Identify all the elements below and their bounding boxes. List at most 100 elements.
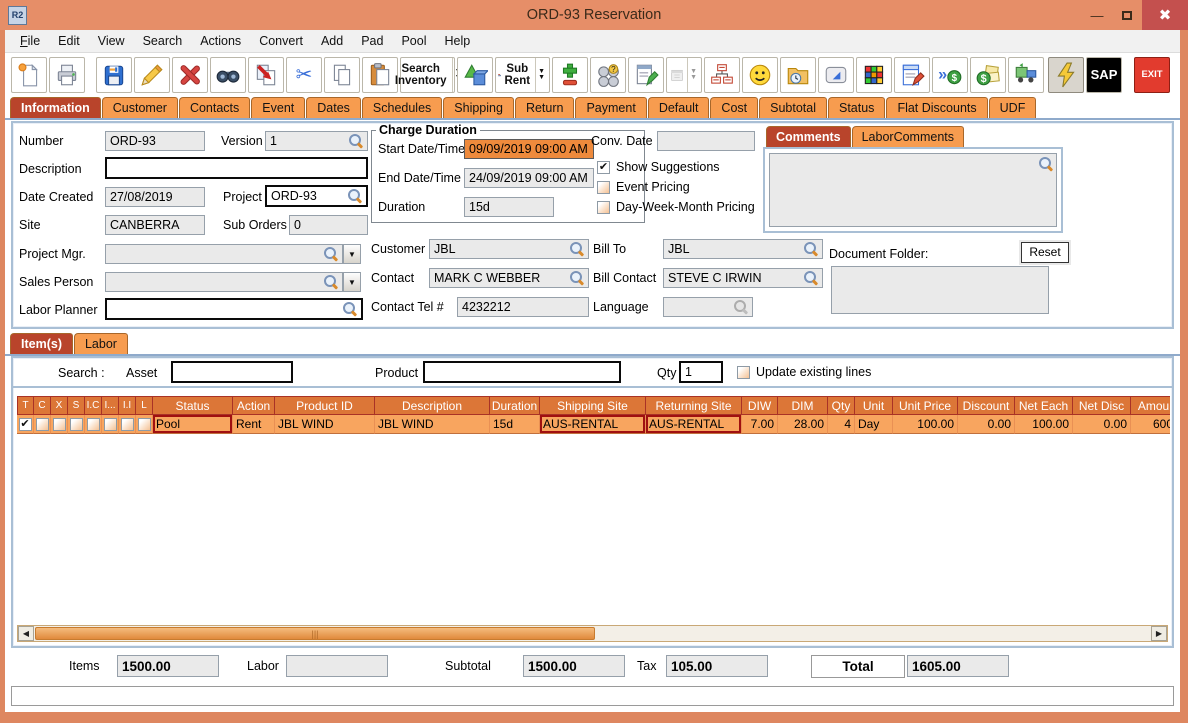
column-header[interactable]: Shipping Site bbox=[540, 396, 646, 415]
sub-rent-button[interactable]: Sub Rent ▼▼ bbox=[495, 57, 550, 93]
project-mgr-dropdown[interactable]: ▼ bbox=[343, 244, 361, 264]
description-field[interactable] bbox=[105, 157, 368, 179]
qty-input[interactable]: 1 bbox=[679, 361, 723, 383]
scroll-left-icon[interactable]: ◀ bbox=[18, 626, 34, 641]
cell-discount[interactable]: 0.00 bbox=[958, 415, 1015, 434]
tab-subtotal[interactable]: Subtotal bbox=[759, 97, 827, 118]
delivery-button[interactable] bbox=[1008, 57, 1044, 93]
document-folder-field[interactable] bbox=[831, 266, 1049, 314]
column-header-I...[interactable]: I... bbox=[102, 396, 119, 415]
order-hierarchy-button[interactable] bbox=[704, 57, 740, 93]
row-checkbox[interactable] bbox=[36, 418, 49, 431]
shortcut-key-button[interactable] bbox=[818, 57, 854, 93]
cell-net-each[interactable]: 100.00 bbox=[1015, 415, 1073, 434]
column-header[interactable]: Net Disc bbox=[1073, 396, 1131, 415]
column-header[interactable]: Duration bbox=[490, 396, 540, 415]
column-header[interactable]: Product ID bbox=[275, 396, 375, 415]
tab-labor-comments[interactable]: LaborComments bbox=[852, 126, 964, 147]
edit-button[interactable] bbox=[134, 57, 170, 93]
tab-information[interactable]: Information bbox=[10, 97, 101, 118]
tab-items[interactable]: Item(s) bbox=[10, 333, 73, 354]
dollar-notes-button[interactable]: $ bbox=[970, 57, 1006, 93]
items-hscrollbar[interactable]: ◀ ▶ bbox=[17, 625, 1168, 642]
column-header-I.C[interactable]: I.C bbox=[85, 396, 102, 415]
feedback-button[interactable] bbox=[742, 57, 778, 93]
column-header[interactable]: Unit bbox=[855, 396, 893, 415]
minimize-button[interactable]: — bbox=[1082, 0, 1112, 30]
product-input[interactable] bbox=[423, 361, 621, 383]
cell-dim[interactable]: 28.00 bbox=[778, 415, 828, 434]
tab-flat-discounts[interactable]: Flat Discounts bbox=[886, 97, 987, 118]
menu-add[interactable]: Add bbox=[312, 32, 352, 50]
menu-file[interactable]: File bbox=[11, 32, 49, 50]
menu-pool[interactable]: Pool bbox=[392, 32, 435, 50]
close-button[interactable]: ✖ bbox=[1142, 0, 1188, 30]
menu-edit[interactable]: Edit bbox=[49, 32, 89, 50]
event-pricing-checkbox[interactable] bbox=[597, 181, 610, 194]
row-checkbox[interactable] bbox=[87, 418, 100, 431]
scroll-thumb[interactable] bbox=[35, 627, 595, 640]
tab-default[interactable]: Default bbox=[648, 97, 710, 118]
column-header[interactable]: Discount bbox=[958, 396, 1015, 415]
sales-person-search-icon[interactable] bbox=[324, 275, 338, 289]
column-header-X[interactable]: X bbox=[51, 396, 68, 415]
copy-button[interactable] bbox=[324, 57, 360, 93]
cell-duration[interactable]: 15d bbox=[490, 415, 540, 434]
menu-pad[interactable]: Pad bbox=[352, 32, 392, 50]
find-button[interactable] bbox=[210, 57, 246, 93]
column-header[interactable]: Action bbox=[233, 396, 275, 415]
tab-schedules[interactable]: Schedules bbox=[362, 97, 442, 118]
show-suggestions-checkbox[interactable]: ✔ bbox=[597, 161, 610, 174]
save-button[interactable] bbox=[96, 57, 132, 93]
delete-button[interactable] bbox=[172, 57, 208, 93]
project-search-icon[interactable] bbox=[348, 189, 362, 203]
sales-person-dropdown[interactable]: ▼ bbox=[343, 272, 361, 292]
labor-planner-search-icon[interactable] bbox=[343, 302, 357, 316]
tab-event[interactable]: Event bbox=[251, 97, 305, 118]
cell-returning-site[interactable]: AUS-RENTAL bbox=[646, 415, 742, 434]
copy-order-button[interactable] bbox=[248, 57, 284, 93]
column-header-T[interactable]: T bbox=[17, 396, 34, 415]
scroll-right-icon[interactable]: ▶ bbox=[1151, 626, 1167, 641]
search-inventory-button[interactable]: SearchInventory ▼▼ bbox=[400, 57, 455, 93]
row-checkbox[interactable]: ✔ bbox=[19, 418, 32, 431]
column-header-I.I[interactable]: I.I bbox=[119, 396, 136, 415]
column-header[interactable]: DIM bbox=[778, 396, 828, 415]
column-header[interactable]: Unit Price bbox=[893, 396, 958, 415]
comments-search-icon[interactable] bbox=[1039, 157, 1053, 171]
menu-view[interactable]: View bbox=[89, 32, 134, 50]
labor-planner-field[interactable] bbox=[105, 298, 363, 320]
cut-button[interactable]: ✂ bbox=[286, 57, 322, 93]
tab-payment[interactable]: Payment bbox=[575, 97, 646, 118]
cell-net-disc[interactable]: 0.00 bbox=[1073, 415, 1131, 434]
tab-contacts[interactable]: Contacts bbox=[179, 97, 250, 118]
customer-search-icon[interactable] bbox=[570, 242, 584, 256]
menu-actions[interactable]: Actions bbox=[191, 32, 250, 50]
row-checkbox[interactable] bbox=[138, 418, 151, 431]
column-header-C[interactable]: C bbox=[34, 396, 51, 415]
contact-search-icon[interactable] bbox=[570, 271, 584, 285]
version-search-icon[interactable] bbox=[349, 134, 363, 148]
availability-button[interactable]: ? bbox=[590, 57, 626, 93]
column-header[interactable]: Amou bbox=[1131, 396, 1170, 415]
column-header[interactable]: Net Each bbox=[1015, 396, 1073, 415]
new-document-button[interactable] bbox=[11, 57, 47, 93]
sub-rent-dropdown-icon[interactable]: ▼▼ bbox=[535, 58, 547, 92]
bill-contact-search-icon[interactable] bbox=[804, 271, 818, 285]
memo-edit-button[interactable] bbox=[894, 57, 930, 93]
project-mgr-search-icon[interactable] bbox=[324, 247, 338, 261]
column-header[interactable]: Returning Site bbox=[646, 396, 742, 415]
column-header-L[interactable]: L bbox=[136, 396, 153, 415]
cell-unit[interactable]: Day bbox=[855, 415, 893, 434]
row-checkbox[interactable] bbox=[53, 418, 66, 431]
row-checkbox[interactable] bbox=[121, 418, 134, 431]
project-field[interactable]: ORD-93 bbox=[265, 185, 368, 207]
shapes-3d-button[interactable] bbox=[457, 57, 493, 93]
maximize-button[interactable] bbox=[1112, 0, 1142, 30]
comments-textarea[interactable] bbox=[769, 153, 1057, 227]
convert-currency-button[interactable]: »$ bbox=[932, 57, 968, 93]
tab-return[interactable]: Return bbox=[515, 97, 575, 118]
cell-product-id[interactable]: JBL WIND bbox=[275, 415, 375, 434]
menu-convert[interactable]: Convert bbox=[250, 32, 312, 50]
notes-button[interactable] bbox=[628, 57, 664, 93]
